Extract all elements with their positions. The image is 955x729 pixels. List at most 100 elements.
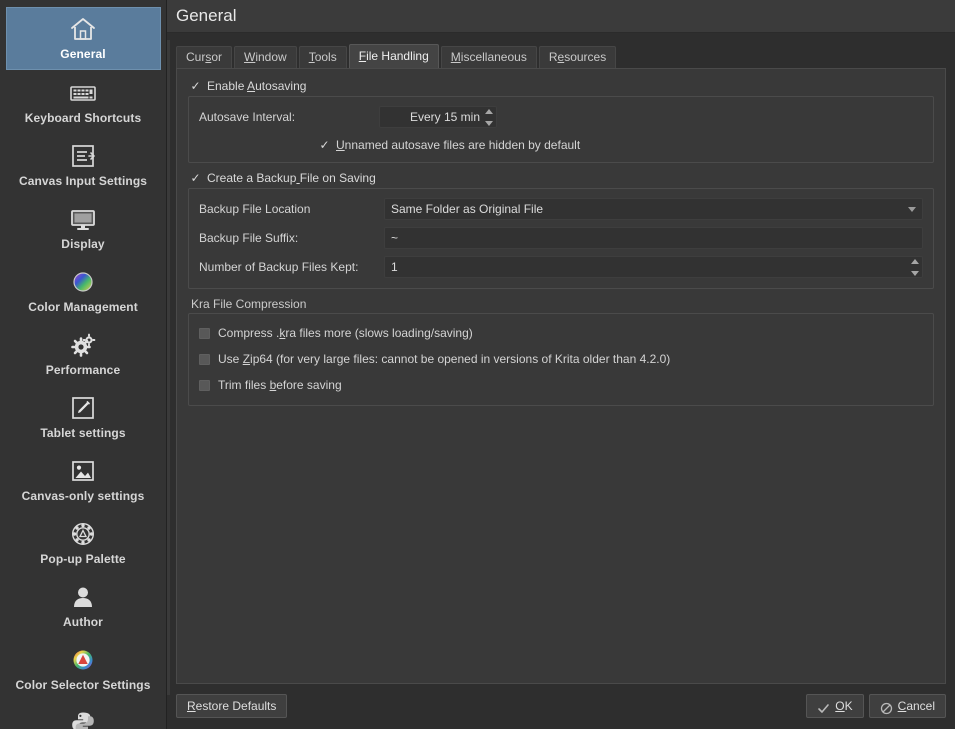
backup-count-value: 1	[391, 260, 398, 274]
dialog-button-bar: Restore Defaults OK Cancel	[176, 692, 946, 720]
sidebar-item-general[interactable]: General	[5, 7, 161, 70]
backup-suffix-label: Backup File Suffix:	[199, 231, 299, 245]
canvas-input-icon	[68, 141, 98, 171]
autosave-interval-label: Autosave Interval:	[199, 110, 296, 124]
sidebar-item-canvas-only-settings[interactable]: Canvas-only settings	[6, 450, 161, 511]
pen-icon	[68, 393, 98, 423]
sidebar-item-pop-up-palette[interactable]: Pop-up Palette	[6, 513, 161, 574]
enable-autosaving-label: Enable Autosaving	[207, 79, 307, 93]
sidebar-item-keyboard-shortcuts[interactable]: Keyboard Shortcuts	[6, 72, 161, 133]
sidebar-item-label: Tablet settings	[40, 426, 126, 440]
backup-location-value: Same Folder as Original File	[391, 202, 544, 216]
kra-compression-group-label: Kra File Compression	[191, 297, 307, 311]
spin-up-icon[interactable]	[910, 259, 919, 264]
checkmark-icon: ✓	[319, 138, 330, 152]
spin-down-icon[interactable]	[910, 271, 919, 276]
unnamed-autosave-hidden-label: Unnamed autosave files are hidden by def…	[336, 138, 581, 152]
sidebar-item-label: Canvas Input Settings	[18, 174, 148, 188]
tab-miscellaneous[interactable]: Miscellaneous	[440, 46, 537, 68]
kra-compression-groupbox: Compress .kra files more (slows loading/…	[188, 313, 934, 406]
sidebar-item-label: Color Management	[28, 300, 138, 314]
tab-bar[interactable]: Cursor Window Tools File Handling Miscellane…	[176, 44, 955, 68]
sidebar-divider	[167, 40, 170, 695]
file-handling-panel: ✓ Enable Autosaving Autosave Interval: E…	[176, 68, 946, 684]
sidebar-item-author[interactable]: Author	[6, 576, 161, 637]
restore-defaults-label: Restore Defaults	[187, 699, 277, 713]
gears-icon	[68, 330, 98, 360]
sidebar-item-display[interactable]: Display	[6, 198, 161, 259]
backup-count-spin-buttons[interactable]	[909, 259, 920, 276]
sidebar-item-tablet-settings[interactable]: Tablet settings	[6, 387, 161, 448]
backup-count-spinbox[interactable]: 1	[384, 256, 923, 278]
backup-location-label: Backup File Location	[199, 202, 311, 216]
checkmark-icon	[817, 700, 830, 713]
backup-count-label: Number of Backup Files Kept:	[199, 260, 359, 274]
monitor-icon	[68, 204, 98, 234]
page-title: General	[176, 6, 237, 25]
checkbox-icon[interactable]	[199, 353, 210, 365]
sidebar-item-color-management[interactable]: Color Management	[6, 261, 161, 322]
preferences-dialog: General Keyboard Shortcuts Canvas Input Se…	[0, 0, 955, 729]
spin-down-icon[interactable]	[484, 121, 493, 126]
compression-option-0[interactable]: Compress .kra files more (slows loading/…	[199, 326, 923, 340]
compression-option-label: Compress .kra files more (slows loading/…	[218, 326, 473, 340]
sidebar-item-label: General	[60, 47, 106, 61]
compression-option-label: Use Zip64 (for very large files: cannot …	[218, 352, 671, 366]
settings-pane: General Cursor Window Tools File Handling Mi…	[167, 0, 955, 729]
tab-resources[interactable]: Resources	[538, 46, 617, 68]
checkmark-icon: ✓	[190, 171, 201, 185]
tab-file-handling[interactable]: File Handling	[348, 44, 439, 68]
ok-label: OK	[835, 699, 853, 713]
enable-autosaving-checkbox[interactable]: ✓ Enable Autosaving	[190, 79, 934, 93]
cancel-button[interactable]: Cancel	[868, 694, 946, 718]
sidebar-item-color-selector-settings[interactable]: Color Selector Settings	[6, 639, 161, 700]
tab-tools[interactable]: Tools	[298, 46, 347, 68]
sidebar-item-label: Color Selector Settings	[15, 678, 151, 692]
sidebar-item-label: Canvas-only settings	[21, 489, 145, 503]
autosave-interval-row: Autosave Interval: Every 15 min	[199, 106, 923, 128]
compression-option-label: Trim files before saving	[218, 378, 342, 392]
dialog-action-buttons: OK Cancel	[806, 694, 946, 718]
sidebar-item-label: Pop-up Palette	[40, 552, 126, 566]
backup-location-row: Backup File Location Same Folder as Orig…	[199, 198, 923, 220]
image-icon	[68, 456, 98, 486]
backup-count-row: Number of Backup Files Kept: 1	[199, 256, 923, 278]
compression-option-2[interactable]: Trim files before saving	[199, 378, 923, 392]
color-wheel-icon	[68, 267, 98, 297]
tab-window[interactable]: Window	[234, 46, 297, 68]
settings-sidebar[interactable]: General Keyboard Shortcuts Canvas Input Se…	[0, 0, 167, 729]
python-icon	[68, 708, 98, 729]
backup-suffix-value: ~	[391, 231, 399, 245]
color-selector-icon	[68, 645, 98, 675]
create-backup-label: Create a Backup File on Saving	[207, 171, 376, 185]
cancel-label: Cancel	[897, 699, 935, 713]
page-title-bar: General	[167, 0, 955, 33]
popup-palette-icon	[68, 519, 98, 549]
compression-option-1[interactable]: Use Zip64 (for very large files: cannot …	[199, 352, 923, 366]
autosave-interval-value: Every 15 min	[409, 110, 480, 124]
autosave-interval-spinbox[interactable]: Every 15 min	[379, 106, 497, 128]
create-backup-checkbox[interactable]: ✓ Create a Backup File on Saving	[190, 171, 934, 185]
sidebar-item-label: Author	[63, 615, 103, 629]
backup-location-combobox[interactable]: Same Folder as Original File	[384, 198, 923, 220]
sidebar-item-canvas-input-settings[interactable]: Canvas Input Settings	[6, 135, 161, 196]
chevron-down-icon[interactable]	[908, 206, 916, 212]
cancel-circle-icon	[880, 700, 893, 714]
tab-cursor[interactable]: Cursor	[176, 46, 233, 68]
sidebar-item-performance[interactable]: Performance	[6, 324, 161, 385]
ok-button[interactable]: OK	[806, 694, 864, 718]
restore-defaults-button[interactable]: Restore Defaults	[176, 694, 288, 718]
backup-suffix-input[interactable]: ~	[384, 227, 923, 249]
checkbox-icon[interactable]	[199, 327, 210, 339]
sidebar-item-label: Keyboard Shortcuts	[24, 111, 142, 125]
autosave-groupbox: Autosave Interval: Every 15 min ✓ Unname…	[188, 96, 934, 163]
checkbox-icon[interactable]	[199, 379, 210, 391]
home-icon	[68, 14, 98, 44]
sidebar-item-label: Performance	[45, 363, 121, 377]
backup-suffix-row: Backup File Suffix: ~	[199, 227, 923, 249]
unnamed-autosave-hidden-checkbox[interactable]: ✓ Unnamed autosave files are hidden by d…	[199, 138, 923, 152]
autosave-interval-spin-buttons[interactable]	[483, 109, 494, 126]
spin-up-icon[interactable]	[484, 109, 493, 114]
sidebar-item-python-plugin-manager[interactable]: Python Plugin Manager	[6, 702, 161, 729]
sidebar-item-label: Display	[61, 237, 105, 251]
